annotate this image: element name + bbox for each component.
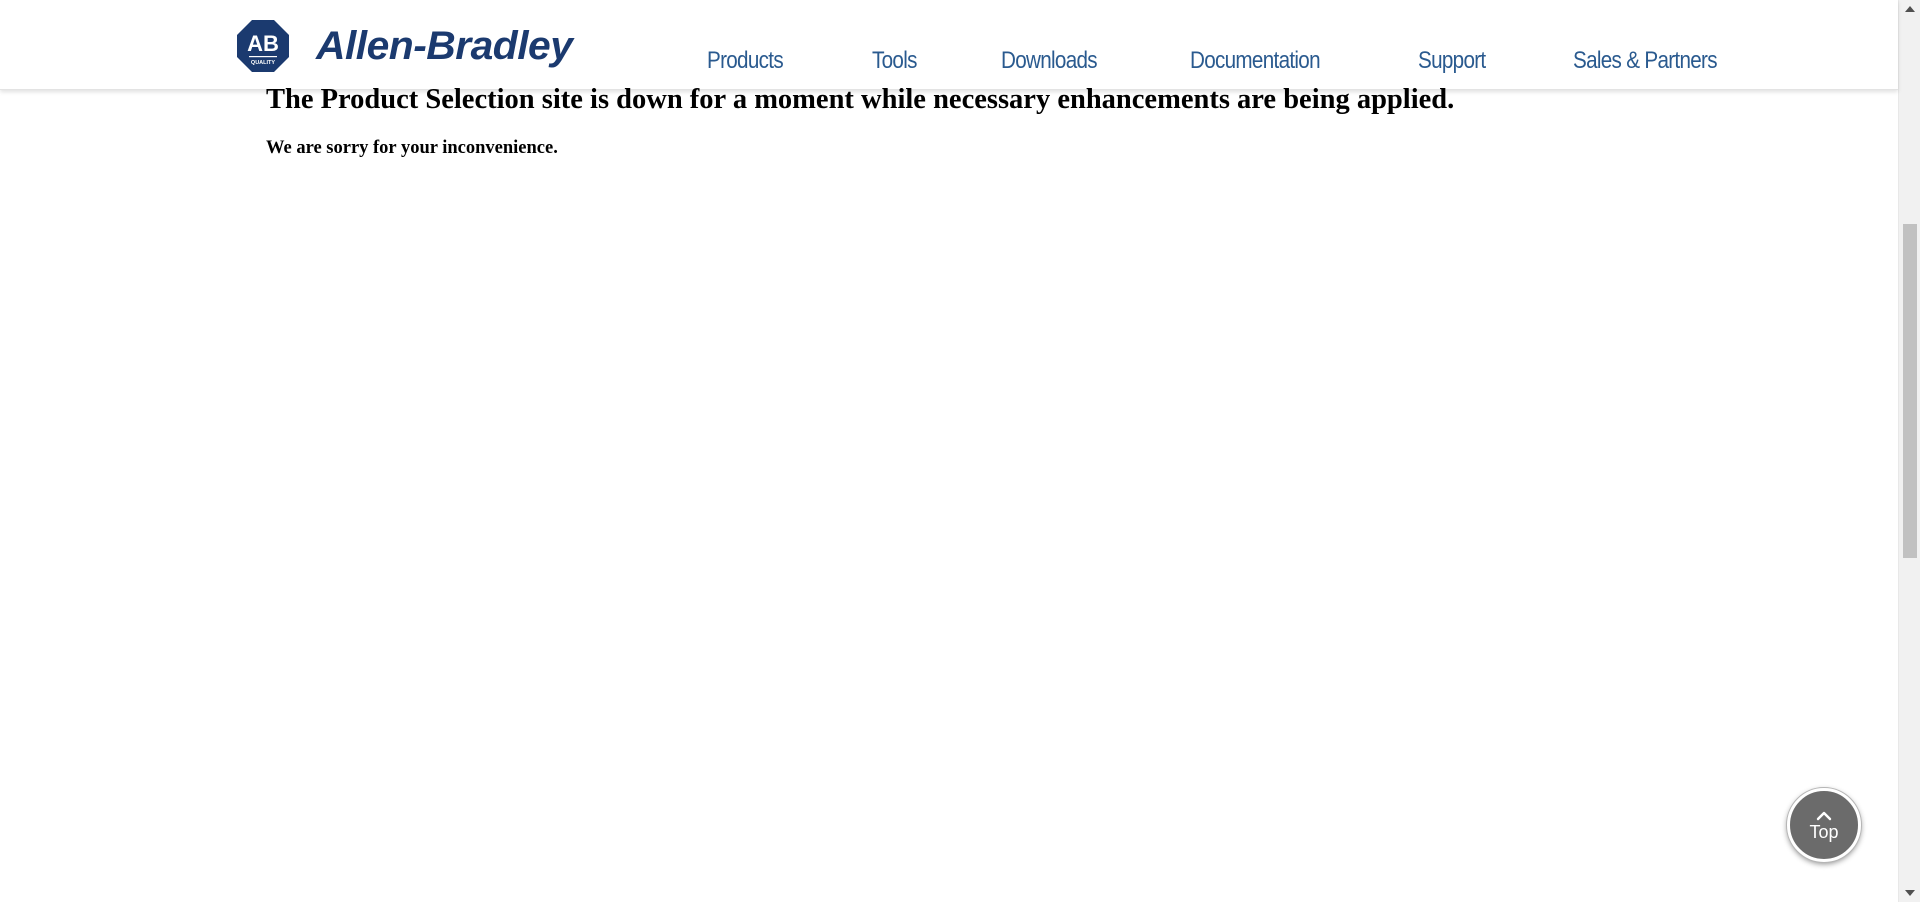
- scroll-up-button[interactable]: [1899, 0, 1920, 18]
- back-to-top-button[interactable]: Top: [1787, 788, 1861, 862]
- nav-item-documentation[interactable]: Documentation: [1190, 47, 1321, 75]
- triangle-up-icon: [1905, 6, 1915, 12]
- brand-logo-link[interactable]: AB QUALITY Allen-Bradley: [236, 16, 573, 76]
- page: AB QUALITY Allen-Bradley Products Tools …: [0, 0, 1920, 902]
- nav-item-products[interactable]: Products: [707, 47, 784, 75]
- allen-bradley-badge-icon: AB QUALITY: [237, 20, 289, 72]
- site-header: AB QUALITY Allen-Bradley Products Tools …: [0, 0, 1898, 90]
- svg-text:QUALITY: QUALITY: [251, 60, 275, 66]
- scroll-down-button[interactable]: [1899, 884, 1920, 902]
- vertical-scrollbar[interactable]: [1898, 0, 1920, 902]
- maintenance-message: The Product Selection site is down for a…: [266, 82, 1454, 160]
- nav-item-support[interactable]: Support: [1418, 47, 1486, 75]
- maintenance-headline: The Product Selection site is down for a…: [266, 84, 1455, 115]
- svg-text:AB: AB: [247, 31, 279, 56]
- main-nav: Products Tools Downloads Documentation S…: [707, 42, 1741, 80]
- apology-text: We are sorry for your inconvenience.: [266, 138, 558, 158]
- nav-item-downloads[interactable]: Downloads: [1001, 47, 1098, 75]
- nav-item-sales-partners[interactable]: Sales & Partners: [1573, 47, 1718, 75]
- triangle-down-icon: [1905, 890, 1915, 896]
- brand-name: Allen-Bradley: [316, 24, 573, 68]
- scrollbar-thumb[interactable]: [1903, 224, 1917, 558]
- back-to-top-label: Top: [1809, 821, 1839, 842]
- nav-item-tools[interactable]: Tools: [872, 47, 917, 75]
- chevron-up-icon: [1816, 811, 1832, 820]
